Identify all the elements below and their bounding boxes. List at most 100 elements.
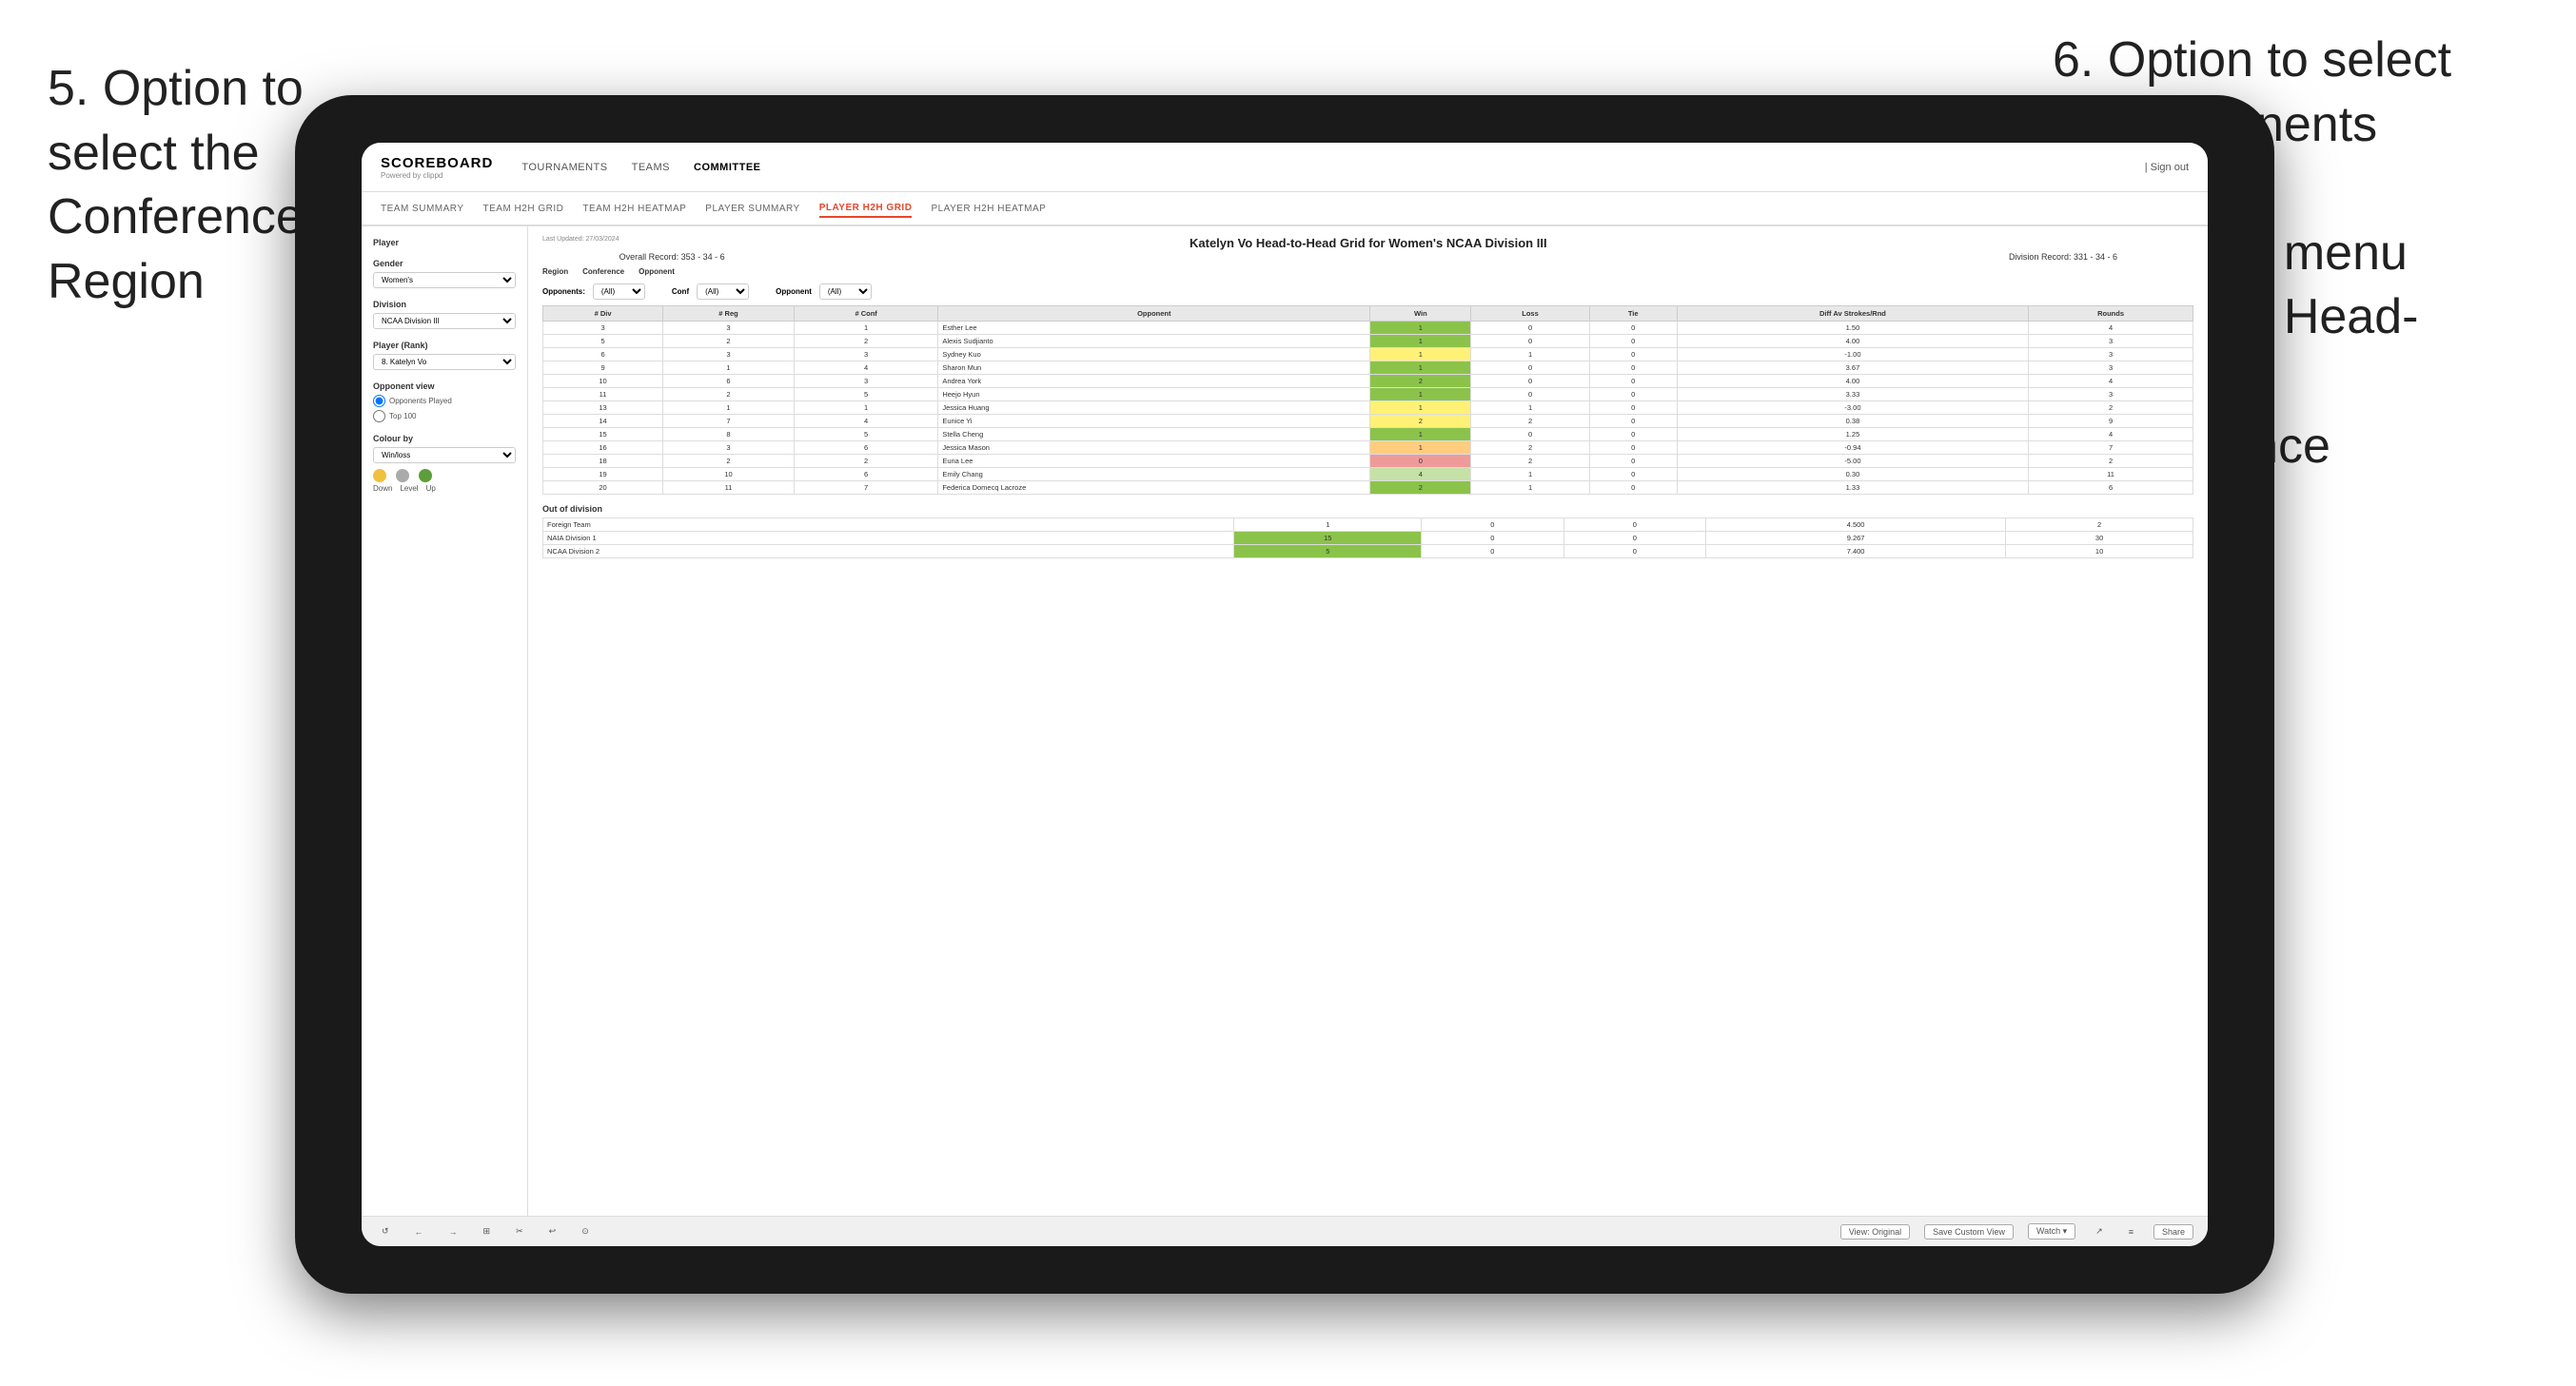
subnav-team-h2h-grid[interactable]: TEAM H2H GRID — [483, 201, 564, 217]
division-select[interactable]: NCAA Division III — [373, 313, 516, 329]
colour-by-select[interactable]: Win/loss — [373, 447, 516, 463]
table-row: 1474 Eunice Yi 220 0.389 — [543, 415, 2193, 428]
color-dot-up — [419, 469, 432, 482]
tablet-screen: SCOREBOARD Powered by clippd TOURNAMENTS… — [362, 143, 2208, 1246]
nav-committee[interactable]: COMMITTEE — [694, 157, 761, 178]
toolbar-cut[interactable]: ✂ — [510, 1224, 529, 1239]
logo-text: SCOREBOARD — [381, 155, 493, 171]
table-row: 20117 Federica Domecq Lacroze 210 1.336 — [543, 481, 2193, 495]
sidebar-opponent-view-section: Opponent view Opponents Played Top 100 — [373, 381, 516, 422]
subnav-player-h2h-grid[interactable]: PLAYER H2H GRID — [819, 200, 913, 218]
logo-area: SCOREBOARD Powered by clippd — [381, 155, 493, 180]
th-win: Win — [1370, 306, 1471, 322]
conference-filter-label: Conf — [672, 287, 689, 296]
subnav-team-h2h-heatmap[interactable]: TEAM H2H HEATMAP — [582, 201, 686, 217]
opponents-label: Opponents: — [542, 287, 585, 296]
th-diff: Diff Av Strokes/Rnd — [1677, 306, 2028, 322]
table-row: 19106 Emily Chang 410 0.3011 — [543, 468, 2193, 481]
sidebar-colour-section: Colour by Win/loss Down Level Up — [373, 434, 516, 493]
th-tie: Tie — [1589, 306, 1677, 322]
toolbar-share-icon[interactable]: ↗ — [2090, 1224, 2109, 1239]
filter-opponent-label: Opponent — [639, 267, 675, 276]
opponent-filter-label: Opponent — [776, 287, 812, 296]
sidebar: Player Gender Women's Division NCAA Divi… — [362, 226, 528, 1216]
tablet-device: SCOREBOARD Powered by clippd TOURNAMENTS… — [295, 95, 2274, 1294]
table-row: 522 Alexis Sudjianto 100 4.003 — [543, 335, 2193, 348]
opponent-view-radios: Opponents Played Top 100 — [373, 395, 516, 422]
color-label-level: Level — [400, 484, 418, 493]
th-div: # Div — [543, 306, 663, 322]
division-record: Division Record: 331 - 34 - 6 — [2009, 252, 2117, 262]
report-records: Overall Record: 353 - 34 - 6 Division Re… — [619, 252, 2117, 262]
toolbar-forward[interactable]: → — [443, 1225, 463, 1239]
region-filter-select[interactable]: (All) — [593, 283, 645, 300]
sidebar-division-label: Division — [373, 300, 516, 309]
toolbar-watch[interactable]: Watch ▾ — [2028, 1223, 2075, 1240]
player-rank-select[interactable]: 8. Katelyn Vo — [373, 354, 516, 370]
table-row: NAIA Division 1 1500 9.26730 — [543, 532, 2193, 545]
out-of-division-section: Out of division Foreign Team 100 4.5002 … — [542, 504, 2193, 558]
color-labels: Down Level Up — [373, 484, 516, 493]
overall-record: Overall Record: 353 - 34 - 6 — [619, 252, 725, 262]
sidebar-opponent-view-label: Opponent view — [373, 381, 516, 391]
conference-filter-select[interactable]: (All) — [697, 283, 749, 300]
sidebar-colour-label: Colour by — [373, 434, 516, 443]
subnav-player-h2h-heatmap[interactable]: PLAYER H2H HEATMAP — [931, 201, 1046, 217]
filter-conference-label: Conference — [582, 267, 624, 276]
report-title-section: Katelyn Vo Head-to-Head Grid for Women's… — [619, 236, 2117, 262]
nav-tournaments[interactable]: TOURNAMENTS — [521, 157, 607, 178]
last-updated: Last Updated: 27/03/2024 — [542, 236, 619, 243]
th-opponent: Opponent — [938, 306, 1370, 322]
subnav-player-summary[interactable]: PLAYER SUMMARY — [705, 201, 799, 217]
bottom-toolbar: ↺ ← → ⊞ ✂ ↩ ⊙ View: Original Save Custom… — [362, 1216, 2208, 1246]
sidebar-gender-label: Gender — [373, 259, 516, 268]
toolbar-view-original[interactable]: View: Original — [1840, 1224, 1910, 1240]
sidebar-gender-section: Gender Women's — [373, 259, 516, 288]
color-dot-down — [373, 469, 386, 482]
color-indicators — [373, 469, 516, 482]
nav-teams[interactable]: TEAMS — [632, 157, 670, 178]
main-content: Player Gender Women's Division NCAA Divi… — [362, 226, 2208, 1216]
report-area: Last Updated: 27/03/2024 Katelyn Vo Head… — [528, 226, 2208, 1216]
table-row: 914 Sharon Mun 100 3.673 — [543, 361, 2193, 375]
th-reg: # Reg — [663, 306, 795, 322]
table-row: 1636 Jessica Mason 120 -0.947 — [543, 441, 2193, 455]
th-rounds: Rounds — [2029, 306, 2193, 322]
table-row: 1063 Andrea York 200 4.004 — [543, 375, 2193, 388]
sidebar-player-rank-label: Player (Rank) — [373, 341, 516, 350]
color-label-up: Up — [426, 484, 436, 493]
app-container: SCOREBOARD Powered by clippd TOURNAMENTS… — [362, 143, 2208, 1246]
toolbar-target[interactable]: ⊙ — [576, 1224, 595, 1239]
th-conf: # Conf — [794, 306, 937, 322]
toolbar-save-custom-view[interactable]: Save Custom View — [1924, 1224, 2014, 1240]
sidebar-player-rank-section: Player (Rank) 8. Katelyn Vo — [373, 341, 516, 370]
opponents-filter-row: Opponents: (All) Conf (All) Opponent (Al… — [542, 283, 2193, 300]
table-row: Foreign Team 100 4.5002 — [543, 518, 2193, 532]
gender-select[interactable]: Women's — [373, 272, 516, 288]
toolbar-back[interactable]: ← — [409, 1225, 429, 1239]
top-nav-items: TOURNAMENTS TEAMS COMMITTEE — [521, 157, 2144, 178]
toolbar-menu[interactable]: ≡ — [2123, 1225, 2139, 1239]
filter-row: Region Conference Opponent — [542, 267, 2193, 276]
table-row: 633 Sydney Kuo 110 -1.003 — [543, 348, 2193, 361]
table-body: 331 Esther Lee 100 1.504 522 Alexis Sudj… — [543, 322, 2193, 495]
toolbar-rotate[interactable]: ↩ — [543, 1224, 562, 1239]
out-of-division-label: Out of division — [542, 504, 2193, 514]
th-loss: Loss — [1471, 306, 1589, 322]
radio-top100[interactable]: Top 100 — [373, 410, 516, 422]
logo-sub: Powered by clippd — [381, 171, 493, 180]
radio-opponents-played[interactable]: Opponents Played — [373, 395, 516, 407]
out-of-division-table: Foreign Team 100 4.5002 NAIA Division 1 … — [542, 517, 2193, 558]
table-header-row: # Div # Reg # Conf Opponent Win Loss Tie… — [543, 306, 2193, 322]
subnav-team-summary[interactable]: TEAM SUMMARY — [381, 201, 464, 217]
table-row: 1311 Jessica Huang 110 -3.002 — [543, 401, 2193, 415]
sign-out[interactable]: | Sign out — [2145, 162, 2189, 173]
toolbar-undo[interactable]: ↺ — [376, 1224, 395, 1239]
filter-opponent-group: Opponent — [639, 267, 675, 276]
table-row: 1822 Euna Lee 020 -5.002 — [543, 455, 2193, 468]
color-label-down: Down — [373, 484, 392, 493]
toolbar-share[interactable]: Share — [2153, 1224, 2193, 1240]
filter-region-group: Region — [542, 267, 568, 276]
opponent-filter-select[interactable]: (All) — [819, 283, 872, 300]
toolbar-grid[interactable]: ⊞ — [478, 1224, 497, 1239]
